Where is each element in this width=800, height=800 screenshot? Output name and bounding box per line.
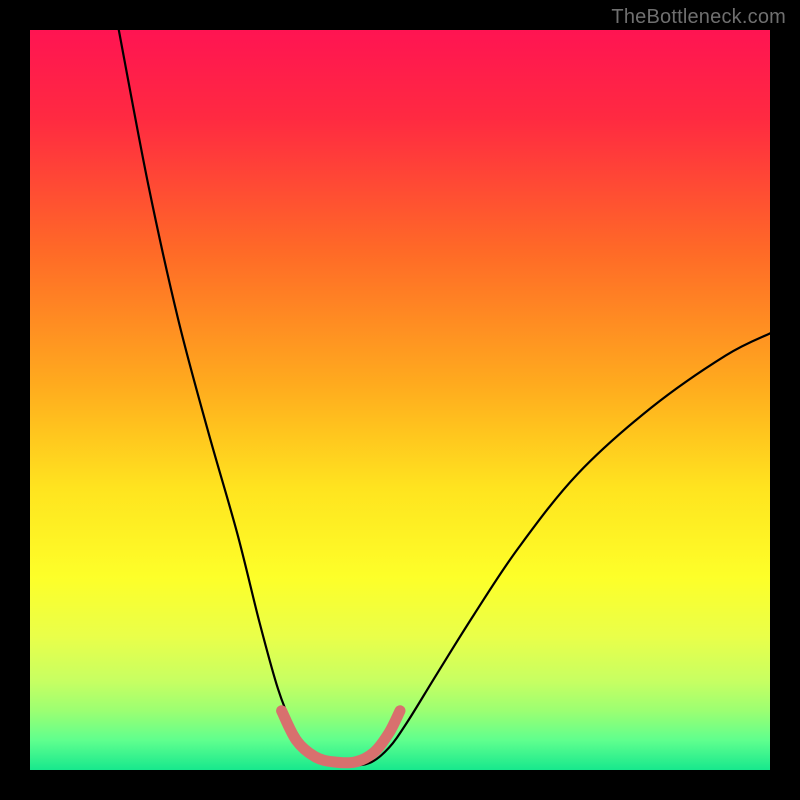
chart-stage: TheBottleneck.com [0, 0, 800, 800]
plot-area [30, 30, 770, 770]
watermark-text: TheBottleneck.com [611, 6, 786, 29]
main-curve [119, 30, 770, 766]
curves-layer [30, 30, 770, 770]
